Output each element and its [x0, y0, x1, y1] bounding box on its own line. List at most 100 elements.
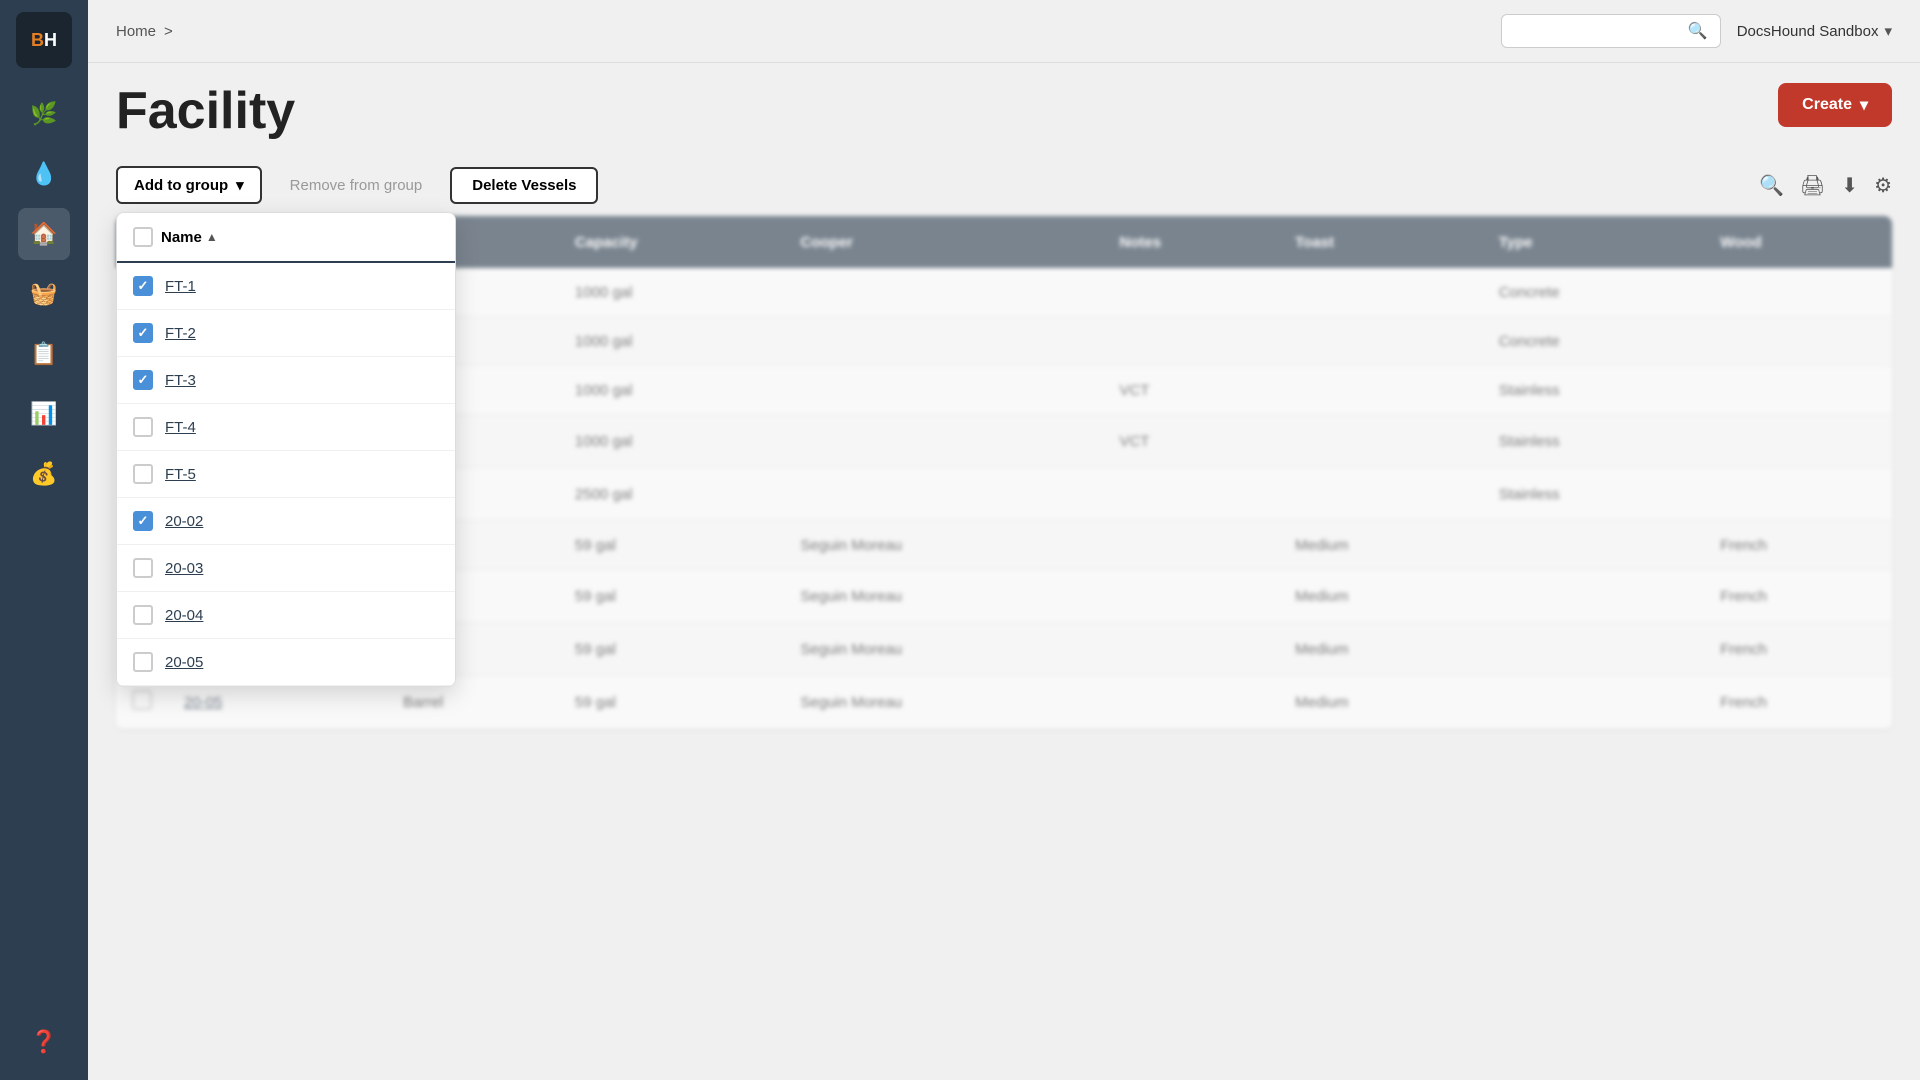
remove-from-group-button[interactable]: Remove from group [274, 169, 439, 202]
row-wood: French [1704, 570, 1892, 623]
row-type2: Stainless [1483, 468, 1705, 521]
row-link[interactable]: 20-05 [184, 694, 222, 711]
dropdown-row-checkbox[interactable]: ✓ [133, 323, 153, 343]
dropdown-row-link[interactable]: 20-04 [165, 607, 203, 624]
search-icon: 🔍 [1688, 21, 1708, 41]
row-capacity: 59 gal [559, 521, 784, 570]
dropdown-list-item[interactable]: FT-4 [117, 404, 455, 451]
row-capacity: 59 gal [559, 623, 784, 676]
row-checkbox[interactable] [132, 690, 152, 710]
breadcrumb-home[interactable]: Home [116, 23, 156, 40]
content-area: Add to group ▾ Remove from group Delete … [88, 154, 1920, 1080]
dropdown-list-item[interactable]: 20-05 [117, 639, 455, 686]
dropdown-row-checkbox[interactable]: ✓ [133, 511, 153, 531]
dropdown-col-header: Name ▲ [161, 229, 218, 246]
page-header: Facility Create ▾ [88, 63, 1920, 154]
col-notes[interactable]: Notes [1103, 216, 1279, 268]
workspace-chevron: ▾ [1884, 22, 1892, 40]
row-capacity: 1000 gal [559, 317, 784, 366]
print-icon[interactable]: 🖨 [1800, 173, 1825, 198]
row-toast [1279, 366, 1483, 415]
dropdown-row-link[interactable]: FT-5 [165, 466, 196, 483]
dropdown-row-link[interactable]: FT-3 [165, 372, 196, 389]
dropdown-list-item[interactable]: FT-5 [117, 451, 455, 498]
row-capacity: 59 gal [559, 570, 784, 623]
dropdown-row-checkbox[interactable] [133, 558, 153, 578]
delete-vessels-label: Delete Vessels [472, 177, 576, 194]
dropdown-select-all[interactable] [133, 227, 153, 247]
row-wood: French [1704, 521, 1892, 570]
dropdown-row-checkbox[interactable] [133, 417, 153, 437]
toolbar-right: 🔍 🖨 ⬇ ⚙ [1759, 173, 1892, 198]
delete-vessels-button[interactable]: Delete Vessels [450, 167, 598, 204]
col-wood[interactable]: Wood [1704, 216, 1892, 268]
settings-icon[interactable]: ⚙ [1874, 173, 1892, 198]
sidebar-item-home[interactable]: 🏠 [18, 208, 70, 260]
dropdown-row-link[interactable]: FT-4 [165, 419, 196, 436]
row-toast [1279, 415, 1483, 468]
sidebar-item-money[interactable]: 💰 [18, 448, 70, 500]
dropdown-row-checkbox[interactable] [133, 652, 153, 672]
col-toast[interactable]: Toast [1279, 216, 1483, 268]
dropdown-row-link[interactable]: FT-1 [165, 278, 196, 295]
dropdown-row-link[interactable]: FT-2 [165, 325, 196, 342]
create-chevron: ▾ [1860, 95, 1868, 115]
dropdown-row-link[interactable]: 20-05 [165, 654, 203, 671]
col-capacity[interactable]: Capacity [559, 216, 784, 268]
sidebar-item-leaf[interactable]: 🌿 [18, 88, 70, 140]
dropdown-row-checkbox[interactable] [133, 605, 153, 625]
create-button[interactable]: Create ▾ [1778, 83, 1892, 127]
sidebar: BH 🌿 💧 🏠 🧺 📋 📊 💰 ❓ [0, 0, 88, 1080]
row-capacity: 2500 gal [559, 468, 784, 521]
row-capacity: 59 gal [559, 676, 784, 729]
dropdown-list-item[interactable]: 20-04 [117, 592, 455, 639]
row-cooper [784, 317, 1103, 366]
row-notes [1103, 317, 1279, 366]
row-cooper [784, 268, 1103, 317]
row-toast: Medium [1279, 521, 1483, 570]
sidebar-item-basket[interactable]: 🧺 [18, 268, 70, 320]
sidebar-item-help[interactable]: ❓ [18, 1016, 70, 1068]
remove-from-group-label: Remove from group [290, 177, 423, 194]
dropdown-row-link[interactable]: 20-03 [165, 560, 203, 577]
col-cooper[interactable]: Cooper [784, 216, 1103, 268]
dropdown-list-item[interactable]: ✓ 20-02 [117, 498, 455, 545]
sidebar-item-droplet[interactable]: 💧 [18, 148, 70, 200]
dropdown-row-checkbox[interactable]: ✓ [133, 370, 153, 390]
dropdown-header: Name ▲ [117, 213, 455, 263]
row-wood [1704, 268, 1892, 317]
add-to-group-button[interactable]: Add to group ▾ [116, 166, 262, 204]
table-search-icon[interactable]: 🔍 [1759, 173, 1784, 198]
dropdown-row-link[interactable]: 20-02 [165, 513, 203, 530]
search-input[interactable] [1514, 23, 1680, 39]
row-capacity: 1000 gal [559, 268, 784, 317]
row-notes: VCT [1103, 415, 1279, 468]
row-wood: French [1704, 676, 1892, 729]
sidebar-item-report[interactable]: 📊 [18, 388, 70, 440]
row-type2: Stainless [1483, 415, 1705, 468]
row-cooper [784, 468, 1103, 521]
row-type2: Concrete [1483, 317, 1705, 366]
breadcrumb: Home > [116, 23, 173, 40]
download-icon[interactable]: ⬇ [1841, 173, 1858, 198]
col-type2[interactable]: Type [1483, 216, 1705, 268]
dropdown-list-item[interactable]: ✓ FT-1 [117, 263, 455, 310]
workspace-selector[interactable]: DocsHound Sandbox ▾ [1737, 22, 1892, 40]
dropdown-row-checkbox[interactable] [133, 464, 153, 484]
dropdown-list-item[interactable]: 20-03 [117, 545, 455, 592]
main-content: Home > 🔍 DocsHound Sandbox ▾ Facility Cr… [88, 0, 1920, 1080]
row-notes [1103, 676, 1279, 729]
workspace-name: DocsHound Sandbox [1737, 23, 1879, 40]
row-toast: Medium [1279, 570, 1483, 623]
dropdown-list-item[interactable]: ✓ FT-2 [117, 310, 455, 357]
row-wood [1704, 366, 1892, 415]
row-type2 [1483, 623, 1705, 676]
sidebar-item-task[interactable]: 📋 [18, 328, 70, 380]
create-label: Create [1802, 96, 1852, 114]
row-cooper: Seguin Moreau [784, 676, 1103, 729]
search-box[interactable]: 🔍 [1501, 14, 1721, 48]
row-type2 [1483, 676, 1705, 729]
add-to-group-chevron: ▾ [236, 176, 244, 194]
dropdown-list-item[interactable]: ✓ FT-3 [117, 357, 455, 404]
dropdown-row-checkbox[interactable]: ✓ [133, 276, 153, 296]
